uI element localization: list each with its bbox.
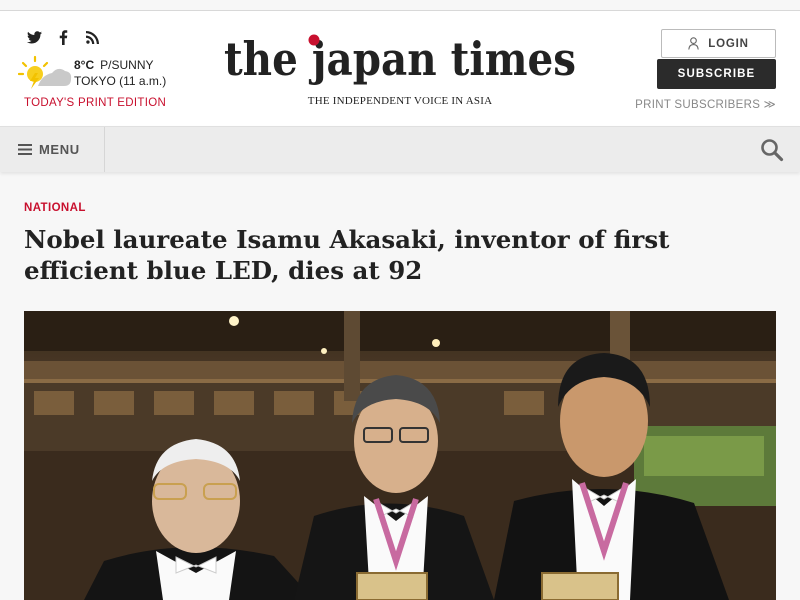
login-button[interactable]: LOGIN — [661, 29, 776, 58]
main-nav: MENU — [0, 126, 800, 172]
site-logo[interactable]: the japan times — [222, 31, 578, 93]
social-links — [27, 30, 100, 45]
article-photo — [24, 311, 776, 600]
logo-red-dot — [308, 34, 320, 46]
menu-button[interactable]: MENU — [0, 127, 105, 172]
logo-text: the japan times — [224, 32, 576, 86]
partly-sunny-icon — [17, 55, 72, 91]
search-icon[interactable] — [760, 138, 784, 162]
weather-temp: 8°C — [74, 58, 95, 72]
facebook-icon[interactable] — [56, 30, 71, 45]
login-label: LOGIN — [708, 37, 749, 50]
todays-print-edition-link[interactable]: TODAY'S PRINT EDITION — [24, 97, 166, 109]
weather-location: TOKYO (11 a.m.) — [74, 74, 167, 88]
weather-condition: P/SUNNY — [100, 58, 154, 72]
top-strip — [0, 0, 800, 11]
site-header: 8°C P/SUNNY TOKYO (11 a.m.) TODAY'S PRINT… — [0, 11, 800, 126]
weather-widget: 8°C P/SUNNY TOKYO (11 a.m.) — [17, 55, 178, 95]
article-category[interactable]: NATIONAL — [24, 202, 86, 214]
menu-label: MENU — [39, 142, 80, 157]
article-headline: Nobel laureate Isamu Akasaki, inventor o… — [24, 225, 670, 285]
weather-temp-condition: 8°C P/SUNNY — [74, 58, 153, 72]
twitter-icon[interactable] — [27, 30, 42, 45]
user-icon — [688, 37, 700, 50]
subscribe-button[interactable]: SUBSCRIBE — [657, 59, 776, 89]
hamburger-icon — [18, 144, 32, 155]
rss-icon[interactable] — [85, 30, 100, 45]
print-subscribers-link[interactable]: PRINT SUBSCRIBERS ≫ — [635, 97, 776, 111]
